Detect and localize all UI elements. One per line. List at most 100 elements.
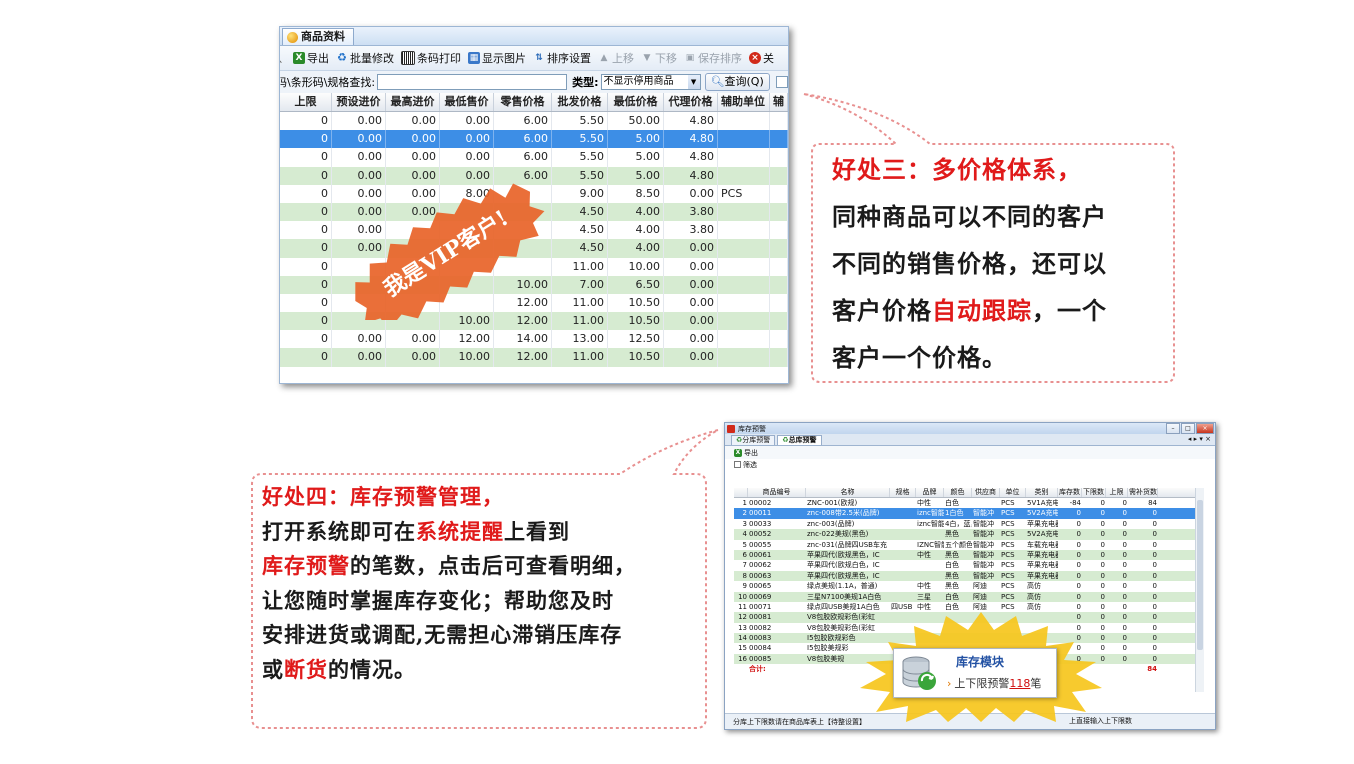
column-header[interactable]: 供应商 <box>972 488 1000 497</box>
callout1-line1: 同种商品可以不同的客户 <box>832 202 1107 231</box>
table-cell: 0 <box>1076 530 1081 539</box>
export-button[interactable]: 导出 <box>744 448 758 458</box>
table-cell: 0 <box>1122 561 1127 570</box>
column-header[interactable]: 需补货数 <box>1128 488 1158 497</box>
window-controls: – □ × <box>1166 423 1214 434</box>
popup-warning-link[interactable]: › 上下限预警118笔 <box>947 675 1041 691</box>
column-header[interactable]: 规格 <box>890 488 916 497</box>
batch-edit-button[interactable]: ♻ 批量修改 <box>336 50 394 66</box>
column-header[interactable]: 批发价格 <box>552 93 608 111</box>
column-header[interactable]: 类别 <box>1026 488 1058 497</box>
barcode-print-button[interactable]: 条码打印 <box>401 50 461 66</box>
option-checkbox[interactable] <box>775 76 788 88</box>
stock-module-popup[interactable]: 库存模块 › 上下限预警118笔 <box>893 648 1057 698</box>
table-cell: 0 <box>280 239 332 258</box>
tab-nav-controls[interactable]: ◂ ▸ ▾ × <box>1188 435 1211 443</box>
type-select[interactable]: 不显示停用商品 ▼ <box>600 74 701 90</box>
table-cell: 0 <box>280 166 332 185</box>
table-row[interactable]: 600061 苹果四代(欧规黑色，IC 中性 黑色 智能冲 PCS 苹果充电器 0 0 0 0 <box>734 549 1204 561</box>
search-input[interactable] <box>377 74 568 90</box>
window-close-button[interactable]: × <box>1196 423 1214 434</box>
table-row[interactable]: 300033 znc-003(品牌) iznc智能4白，蓝，智能冲 PCS 苹果充电器 0… <box>734 519 1204 529</box>
table-row[interactable]: 9 00065 绿点美规(1.1A，普通) 中性 黑色 阿迪 PCS 高仿 0 0 0 0 <box>734 581 1204 591</box>
table-row[interactable]: 0 0.00 0.00 0.00 6.00 5.50 50.00 4.80 <box>280 112 788 131</box>
table-cell: 00011 <box>749 509 772 518</box>
table-cell: 15 <box>738 644 747 653</box>
column-header[interactable]: 品牌 <box>916 488 944 497</box>
table-cell <box>770 312 788 331</box>
type-select-value: 不显示停用商品 <box>603 76 674 87</box>
table-row[interactable]: 11 00071 绿点四USB美规1A白色 四USB 中性 白色 阿迪 PCS 高仿 0 0 0 0 <box>734 602 1204 612</box>
column-header[interactable]: 单位 <box>1000 488 1026 497</box>
callout2-highlight-out-of-stock: 断货 <box>284 656 328 682</box>
tab-branch-warning[interactable]: ♻分库预警 <box>731 435 776 445</box>
move-up-button[interactable]: ▲ 上移 <box>598 50 634 66</box>
close-button[interactable]: × 关 <box>749 50 774 66</box>
table-cell <box>718 221 770 240</box>
export-button[interactable]: X 导出 <box>293 50 329 66</box>
query-label: 查询(Q) <box>724 75 764 88</box>
scroll-thumb[interactable] <box>1197 500 1203 650</box>
show-image-button[interactable]: ▦ 显示图片 <box>468 50 526 66</box>
tab-total-warning[interactable]: ♻总库预警 <box>777 435 822 445</box>
query-button[interactable]: 🔍︎查询(Q) <box>704 73 770 91</box>
popup-warning-unit: 笔 <box>1030 677 1042 690</box>
column-header[interactable]: 名称 <box>806 488 890 497</box>
table-cell: 0 <box>1076 592 1081 601</box>
table-row[interactable]: 0 0.00 0.00 10.00 12.00 11.00 10.50 0.00 <box>280 348 788 367</box>
column-header[interactable]: 预设进价 <box>332 93 386 111</box>
save-icon: ▣ <box>685 53 695 63</box>
table-cell: 0 <box>1076 540 1081 549</box>
table-cell <box>890 508 916 518</box>
table-row[interactable]: 100002 ZNC-001(欧规) 中性 白色 PCS 5V1A充电器 -84 0 0 84 <box>734 498 1204 508</box>
table-row[interactable]: 700062 苹果四代(欧规白色，IC 白色 智能冲 PCS 苹果充电器 0 0 0 0 <box>734 560 1204 570</box>
table-cell: 智能冲 <box>973 571 994 580</box>
move-down-button[interactable]: ▼ 下移 <box>641 50 677 66</box>
column-header[interactable]: 上限 <box>280 93 332 111</box>
column-header[interactable]: 最低售价 <box>440 93 494 111</box>
table-row[interactable]: 0 0.00 0.00 0.00 6.00 5.50 5.00 4.80 <box>280 148 788 167</box>
table-row[interactable]: 0 0.00 0.00 12.00 14.00 13.00 12.50 0.00 <box>280 330 788 349</box>
table-cell <box>890 529 916 539</box>
table-cell: 0.00 <box>386 148 440 167</box>
filter-row: 筛选 <box>725 459 1215 470</box>
callout1-line4: 客户一个价格。 <box>832 343 1007 372</box>
table-row[interactable]: 2 00011 znc-008带2.5米(品牌) iznc智能 1白色 智能冲 PCS 5V2… <box>734 508 1204 519</box>
column-header[interactable]: 商品编号 <box>748 488 806 497</box>
export-label: 导出 <box>307 52 329 65</box>
maximize-button[interactable]: □ <box>1181 423 1195 434</box>
column-header[interactable]: 颜色 <box>944 488 972 497</box>
table-row[interactable]: 400052 znc-022美规(黑色) 黑色 智能冲 PCS 5V2A充电器 0 0 0 0 <box>734 529 1204 540</box>
table-cell: 0 <box>1100 571 1105 580</box>
filter-checkbox[interactable] <box>734 461 741 468</box>
table-cell <box>770 330 788 349</box>
tab-product-data[interactable]: 商品资料 <box>282 28 354 45</box>
table-row[interactable]: 0 0.00 0.00 0.00 6.00 5.50 5.00 4.80 <box>280 130 788 149</box>
save-sort-button[interactable]: ▣ 保存排序 <box>684 50 742 66</box>
column-header[interactable]: 最高进价 <box>386 93 440 111</box>
column-header[interactable]: 代理价格 <box>664 93 718 111</box>
table-row[interactable]: 10 00069 三星N7100美规1A白色 三星 白色 阿迪 PCS 高仿 0 0 0 0 <box>734 591 1204 602</box>
table-cell: 0 <box>1122 602 1127 611</box>
column-header[interactable]: 库存数 <box>1058 488 1082 497</box>
popup-warning-count[interactable]: 118 <box>1009 677 1030 690</box>
column-header[interactable]: 上限 <box>1106 488 1128 497</box>
vertical-scrollbar[interactable] <box>1195 488 1204 692</box>
column-header[interactable]: 下限数 <box>1082 488 1106 497</box>
table-row[interactable]: 500055 znc-031(品牌四USB车充 IZNC智能五个颜色智能冲 PCS 车载… <box>734 540 1204 550</box>
table-cell: znc-031(品牌四USB车充 <box>807 540 887 549</box>
table-row[interactable]: 800063 苹果四代(欧规黑色，IC 黑色 智能冲 PCS 苹果充电器 0 0 0 0 <box>734 570 1204 582</box>
tab-label: 商品资料 <box>301 30 345 43</box>
table-cell: 12.00 <box>440 330 494 349</box>
table-cell: 白色 <box>945 602 959 611</box>
column-header[interactable]: 辅 <box>770 93 788 111</box>
column-header[interactable]: 零售价格 <box>494 93 552 111</box>
column-header[interactable]: 辅助单位 <box>718 93 770 111</box>
column-header[interactable]: 最低价格 <box>608 93 664 111</box>
table-cell: 3 <box>742 519 747 528</box>
sort-settings-button[interactable]: ⇅ 排序设置 <box>533 50 591 66</box>
table-cell: 10.50 <box>608 348 664 367</box>
minimize-button[interactable]: – <box>1166 423 1180 434</box>
column-header[interactable] <box>734 488 748 497</box>
table-cell: 0.00 <box>664 257 718 276</box>
